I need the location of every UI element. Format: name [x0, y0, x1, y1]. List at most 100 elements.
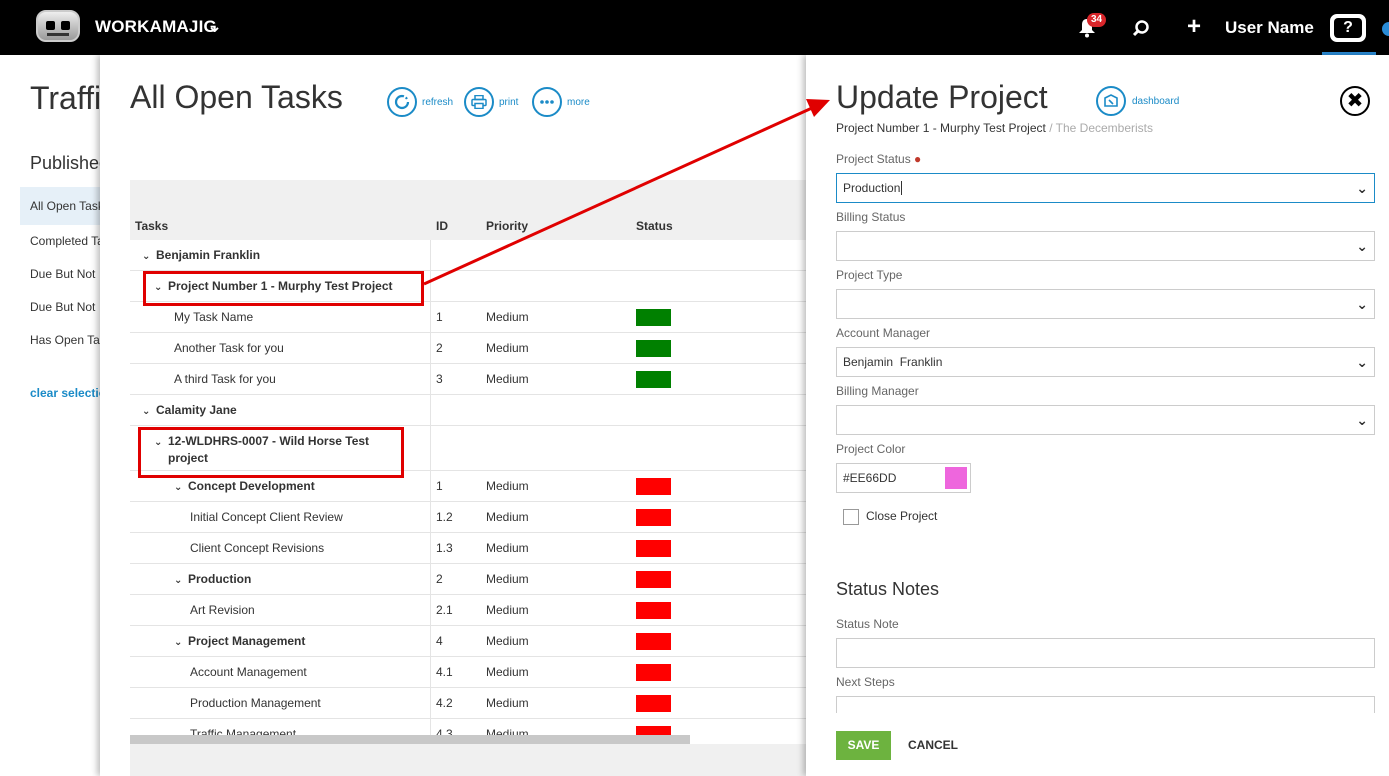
update-project-panel: Update Project dashboard ✖ Project Numbe…	[806, 55, 1389, 776]
status-notes-heading: Status Notes	[836, 579, 940, 599]
account-manager-value: Benjamin Franklin	[843, 355, 943, 369]
chevron-down-icon[interactable]: ⌄	[174, 575, 188, 586]
task-id-cell: 3	[436, 372, 443, 386]
table-row[interactable]: Art Revision 2.1 Medium	[130, 595, 806, 626]
task-name-label: A third Task for you	[174, 372, 276, 386]
task-name-cell: ⌄ Calamity Jane	[142, 403, 237, 417]
panel-title: All Open Tasks	[130, 79, 343, 115]
task-name-cell: ⌄ Project Management	[174, 634, 305, 648]
task-name-label: Account Management	[190, 665, 307, 679]
chevron-down-icon: ⌄	[1356, 412, 1368, 428]
table-row[interactable]: Account Management 4.1 Medium	[130, 657, 806, 688]
task-priority-cell: Medium	[486, 634, 529, 648]
refresh-tool[interactable]: refresh	[387, 87, 453, 117]
nav-item-due-but-not-1[interactable]: Due But Not	[20, 258, 110, 291]
column-header-tasks[interactable]: Tasks	[135, 219, 168, 233]
table-row[interactable]: My Task Name 1 Medium	[130, 302, 806, 333]
task-id-cell: 4.1	[436, 665, 453, 679]
add-icon[interactable]: +	[1187, 15, 1201, 39]
user-name[interactable]: User Name	[1225, 18, 1314, 38]
status-swatch	[636, 371, 671, 388]
project-color-input[interactable]: #EE66DD	[836, 463, 971, 493]
billing-status-select[interactable]: ⌄	[836, 231, 1375, 261]
dashboard-icon	[1096, 86, 1126, 116]
traffic-page: Traffic Published All Open Tasks Complet…	[0, 55, 117, 776]
column-header-priority[interactable]: Priority	[486, 219, 528, 233]
task-name-label: Benjamin Franklin	[156, 248, 261, 262]
save-button[interactable]: SAVE	[836, 731, 891, 760]
table-row[interactable]: ⌄ Calamity Jane	[130, 395, 806, 426]
task-name-label: Calamity Jane	[156, 403, 237, 417]
task-priority-cell: Medium	[486, 510, 529, 524]
task-name-label: Art Revision	[190, 603, 255, 617]
print-label: print	[499, 96, 519, 108]
task-id-cell: 2	[436, 572, 443, 586]
billing-manager-select[interactable]: ⌄	[836, 405, 1375, 435]
task-name-label: Initial Concept Client Review	[190, 510, 343, 524]
account-manager-select[interactable]: Benjamin Franklin ⌄	[836, 347, 1375, 377]
task-id-cell: 1.2	[436, 510, 453, 524]
help-button[interactable]: ?	[1330, 14, 1366, 42]
status-swatch	[636, 309, 671, 326]
print-tool[interactable]: print	[464, 87, 518, 117]
task-priority-cell: Medium	[486, 479, 529, 493]
table-row[interactable]: ⌄ Benjamin Franklin	[130, 240, 806, 271]
color-swatch[interactable]	[945, 467, 967, 489]
robot-logo-icon[interactable]	[36, 10, 80, 42]
table-row[interactable]: Client Concept Revisions 1.3 Medium	[130, 533, 806, 564]
chevron-down-icon[interactable]: ⌄	[142, 251, 156, 262]
breadcrumb-client[interactable]: / The Decemberists	[1049, 121, 1153, 135]
task-priority-cell: Medium	[486, 310, 529, 324]
task-id-cell: 1	[436, 479, 443, 493]
nav-item-has-open-tasks[interactable]: Has Open Tasks	[20, 324, 110, 357]
column-header-id[interactable]: ID	[436, 219, 448, 233]
project-status-select[interactable]: Production ⌄	[836, 173, 1375, 203]
app-switcher-title[interactable]: WORKAMAJIG	[95, 17, 217, 37]
chevron-down-icon[interactable]: ⌄	[174, 637, 188, 648]
task-id-cell: 1	[436, 310, 443, 324]
task-name-cell: ⌄ Concept Development	[174, 479, 315, 493]
cancel-button[interactable]: CANCEL	[908, 731, 958, 760]
table-row[interactable]: Production Management 4.2 Medium	[130, 688, 806, 719]
nav-item-completed-tasks[interactable]: Completed Tasks	[20, 225, 110, 258]
table-row[interactable]: ⌄ Production 2 Medium	[130, 564, 806, 595]
chevron-down-icon[interactable]: ⌄	[142, 406, 156, 417]
chevron-down-icon[interactable]: ⌄	[174, 482, 188, 493]
chevron-down-icon[interactable]: ⌄	[207, 16, 222, 37]
search-icon[interactable]	[1132, 19, 1150, 37]
breadcrumb-project[interactable]: Project Number 1 - Murphy Test Project	[836, 121, 1046, 135]
column-header-status[interactable]: Status	[636, 219, 673, 233]
chevron-down-icon: ⌄	[1356, 296, 1368, 312]
task-id-cell: 4.2	[436, 696, 453, 710]
task-name-cell: Art Revision	[190, 603, 255, 617]
dashboard-tool[interactable]: dashboard	[1096, 86, 1179, 116]
refresh-label: refresh	[422, 96, 454, 108]
status-swatch	[636, 664, 671, 681]
table-row[interactable]: A third Task for you 3 Medium	[130, 364, 806, 395]
table-row[interactable]: ⌄ Project Management 4 Medium	[130, 626, 806, 657]
nav-item-all-open-tasks[interactable]: All Open Tasks	[20, 187, 110, 225]
table-row[interactable]: Initial Concept Client Review 1.2 Medium	[130, 502, 806, 533]
status-note-input[interactable]	[836, 638, 1375, 668]
task-id-cell: 2.1	[436, 603, 453, 617]
task-name-cell: My Task Name	[174, 310, 253, 324]
task-priority-cell: Medium	[486, 572, 529, 586]
table-row[interactable]: Another Task for you 2 Medium	[130, 333, 806, 364]
task-name-label: Production Management	[190, 696, 321, 710]
close-project-checkbox[interactable]	[843, 509, 859, 525]
close-icon[interactable]: ✖	[1340, 86, 1370, 116]
status-dot	[1382, 22, 1389, 36]
task-name-label: Client Concept Revisions	[190, 541, 325, 555]
chevron-down-icon: ⌄	[1356, 238, 1368, 254]
task-priority-cell: Medium	[486, 603, 529, 617]
dashboard-label: dashboard	[1132, 95, 1180, 107]
status-swatch	[636, 478, 671, 495]
project-type-select[interactable]: ⌄	[836, 289, 1375, 319]
horizontal-scrollbar[interactable]	[130, 735, 690, 744]
panel-title: Update Project	[836, 79, 1048, 115]
breadcrumb: Project Number 1 - Murphy Test Project /…	[836, 121, 1153, 135]
task-priority-cell: Medium	[486, 372, 529, 386]
saved-views-nav: All Open Tasks Completed Tasks Due But N…	[20, 187, 110, 357]
more-tool[interactable]: more	[532, 87, 590, 117]
nav-item-due-but-not-2[interactable]: Due But Not	[20, 291, 110, 324]
